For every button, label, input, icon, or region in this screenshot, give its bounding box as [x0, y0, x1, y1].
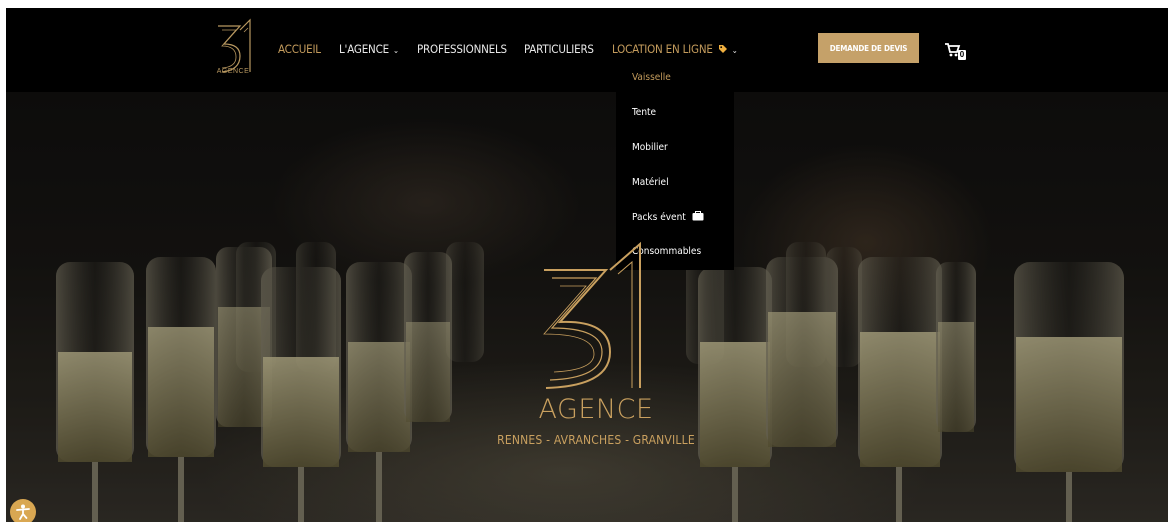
nav-particuliers[interactable]: PARTICULIERS [524, 42, 594, 56]
page: AGENCE ACCUEIL L'AGENCE ⌄ PROFESSIONNELS … [6, 8, 1168, 522]
tag-icon [718, 45, 727, 53]
center-brand-cities: RENNES - AVRANCHES - GRANVILLE [497, 433, 695, 447]
location-dropdown-menu: Vaisselle Tente Mobilier Matériel Packs … [616, 62, 734, 270]
nav-location-en-ligne[interactable]: LOCATION EN LIGNE ⌄ [612, 42, 738, 56]
chevron-down-icon: ⌄ [731, 46, 738, 55]
dropdown-item-tente[interactable]: Tente [632, 107, 656, 118]
nav-agence-label: L'AGENCE [339, 42, 389, 56]
dropdown-item-mobilier[interactable]: Mobilier [632, 142, 668, 153]
accessibility-icon [16, 504, 30, 520]
site-header: AGENCE ACCUEIL L'AGENCE ⌄ PROFESSIONNELS … [6, 8, 1168, 92]
dropdown-item-packs-event[interactable]: Packs évent [632, 211, 704, 223]
dropdown-item-vaisselle[interactable]: Vaisselle [632, 72, 671, 83]
nav-agence[interactable]: L'AGENCE ⌄ [339, 42, 399, 56]
demande-de-devis-button[interactable]: DEMANDE DE DEVIS [818, 33, 919, 63]
nav-location-label: LOCATION EN LIGNE [612, 42, 713, 56]
center-brand-title: AGENCE [538, 394, 654, 425]
nav-professionnels[interactable]: PROFESSIONNELS [417, 42, 507, 56]
box-icon [692, 211, 704, 221]
chevron-down-icon: ⌄ [392, 46, 399, 55]
dropdown-item-packs-label: Packs évent [632, 212, 686, 223]
dropdown-item-materiel[interactable]: Matériel [632, 177, 669, 188]
nav-accueil[interactable]: ACCUEIL [278, 42, 321, 56]
agence-31-center-logo [543, 241, 641, 389]
logo-caption: AGENCE [216, 68, 250, 75]
cart-count-badge: 0 [958, 50, 966, 60]
accessibility-badge[interactable] [10, 499, 36, 522]
